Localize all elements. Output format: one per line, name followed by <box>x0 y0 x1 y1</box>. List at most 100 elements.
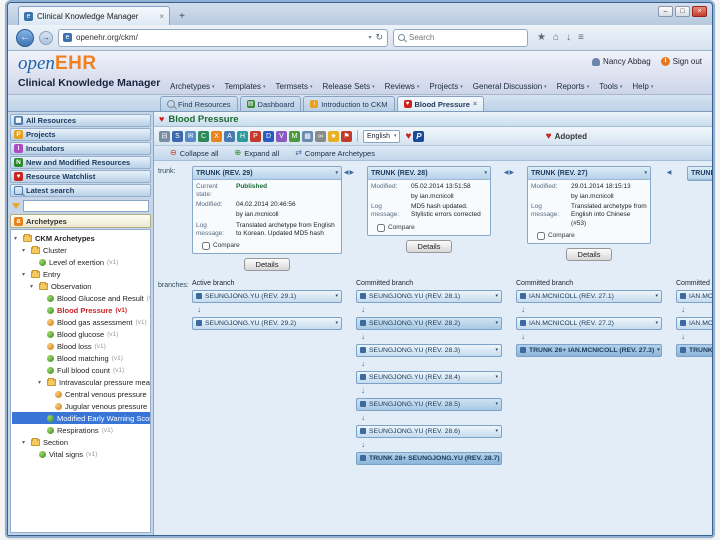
tree-item[interactable]: Blood Glucose and Result (v1) <box>12 292 150 304</box>
branch-revision-button[interactable]: TRUNK 25+ IAN.MCNICOLL (REV. 26.3) <box>676 344 712 357</box>
forward-button[interactable]: → <box>39 31 53 45</box>
arrow-left-icon[interactable] <box>667 169 672 176</box>
filter-funnel-icon[interactable] <box>12 203 20 209</box>
trunk-card-header[interactable]: TRUNK (REV. 28) <box>368 167 490 180</box>
url-bar[interactable]: e openehr.org/ckm/ ▾ ↻ <box>58 29 388 47</box>
watch-icon[interactable]: ★ <box>328 131 339 142</box>
tab-close-icon[interactable]: × <box>159 12 164 21</box>
tree-item[interactable]: Full blood count (v1) <box>12 364 150 376</box>
branch-revision-button[interactable]: SEUNGJONG.YU (REV. 28.4) <box>356 371 502 384</box>
user-name-item[interactable]: Nancy Abbag <box>592 57 651 66</box>
tree-item[interactable]: Central venous pressure (v1) <box>12 388 150 400</box>
tree-item[interactable]: Jugular venous pressure (v1) <box>12 400 150 412</box>
menu-release-sets[interactable]: Release Sets <box>323 82 375 91</box>
html-icon[interactable]: H <box>237 131 248 142</box>
adl-icon[interactable]: A <box>224 131 235 142</box>
compare-archetypes-button[interactable]: ⇄ Compare Archetypes <box>295 149 375 158</box>
compare-arrows[interactable] <box>502 166 516 176</box>
branch-revision-button[interactable]: SEUNGJONG.YU (REV. 28.5) <box>356 398 502 411</box>
chevron-down-icon[interactable] <box>484 170 487 176</box>
chevron-down-icon[interactable] <box>495 293 498 299</box>
sidebar-section-new-modified[interactable]: N New and Modified Resources <box>10 156 151 169</box>
menu-icon[interactable]: ≡ <box>578 32 584 43</box>
chevron-down-icon[interactable] <box>644 170 647 176</box>
chevron-down-icon[interactable] <box>495 374 498 380</box>
tree-item[interactable]: Respirations (v1) <box>12 424 150 436</box>
printer-icon[interactable]: ⊟ <box>159 131 170 142</box>
chevron-down-icon[interactable] <box>335 320 338 326</box>
tree-item[interactable]: Blood loss (v1) <box>12 340 150 352</box>
tree-item[interactable]: Entry <box>12 268 150 280</box>
downloads-icon[interactable]: ↓ <box>566 32 571 43</box>
tab-find-resources[interactable]: Find Resources <box>160 96 238 111</box>
browser-tab[interactable]: e Clinical Knowledge Manager × <box>18 6 170 25</box>
sidebar-section-projects[interactable]: P Projects <box>10 128 151 141</box>
chevron-down-icon[interactable] <box>495 428 498 434</box>
mail-icon[interactable]: ✉ <box>185 131 196 142</box>
trunk-card-header[interactable]: TRUNK (REV. 29) <box>193 167 341 180</box>
menu-archetypes[interactable]: Archetypes <box>170 82 215 91</box>
sidebar-search-input[interactable] <box>23 200 149 212</box>
compare-arrows[interactable] <box>662 166 676 176</box>
branch-revision-button[interactable]: IAN.MCNICOLL (REV. 27.2) <box>516 317 662 330</box>
paypal-icon[interactable]: P <box>413 131 424 142</box>
arrow-left-icon[interactable] <box>344 169 349 176</box>
trunk-card-header[interactable]: TRUNK (REV. 27) <box>528 167 650 180</box>
tree-item[interactable]: Level of exertion (v1) <box>12 256 150 268</box>
tree-item[interactable]: Blood glucose (v1) <box>12 328 150 340</box>
tab-blood-pressure[interactable]: ♥ Blood Pressure × <box>397 96 485 111</box>
home-icon[interactable]: ⌂ <box>553 32 559 43</box>
branch-revision-button[interactable]: IAN.MCNICOLL (REV. 26.2) <box>676 317 712 330</box>
tree-item[interactable]: CKM Archetypes <box>12 232 150 244</box>
compare-checkbox[interactable] <box>202 242 210 250</box>
back-button[interactable]: ← <box>16 29 34 47</box>
favourite-heart-icon[interactable]: ♥ <box>405 131 411 142</box>
maximize-button[interactable]: □ <box>675 6 690 17</box>
arrow-left-icon[interactable] <box>504 169 509 176</box>
chevron-down-icon[interactable]: ▾ <box>368 34 371 41</box>
reload-icon[interactable]: ↻ <box>375 32 383 43</box>
details-button[interactable]: Details <box>566 248 612 261</box>
menu-templates[interactable]: Templates <box>225 82 266 91</box>
compare-checkbox[interactable] <box>537 232 545 240</box>
chevron-down-icon[interactable] <box>657 347 660 353</box>
new-tab-button[interactable]: + <box>173 9 191 25</box>
save-icon[interactable]: S <box>172 131 183 142</box>
tree-item[interactable]: Blood Pressure (v1) <box>12 304 150 316</box>
twisty-icon[interactable] <box>22 247 28 254</box>
details-button[interactable]: Details <box>244 258 290 271</box>
branch-revision-button[interactable]: SEUNGJONG.YU (REV. 28.1) <box>356 290 502 303</box>
menu-tools[interactable]: Tools <box>599 82 622 91</box>
tree-item[interactable]: Vital signs (v1) <box>12 448 150 460</box>
branch-revision-button[interactable]: SEUNGJONG.YU (REV. 28.2) <box>356 317 502 330</box>
branch-revision-button[interactable]: SEUNGJONG.YU (REV. 28.6) <box>356 425 502 438</box>
tree-item[interactable]: Intravascular pressure measure... <box>12 376 150 388</box>
slideshow-icon[interactable]: V <box>276 131 287 142</box>
menu-termsets[interactable]: Termsets <box>276 82 313 91</box>
expand-all-button[interactable]: ⊕ Expand all <box>234 149 279 158</box>
sidebar-section-watchlist[interactable]: ♥ Resource Watchlist <box>10 170 151 183</box>
chevron-down-icon[interactable] <box>495 320 498 326</box>
compare-checkbox[interactable] <box>377 224 385 232</box>
arrow-right-icon[interactable] <box>350 169 355 176</box>
twisty-icon[interactable] <box>14 235 20 242</box>
xml-export-icon[interactable]: X <box>211 131 222 142</box>
tab-close-icon[interactable]: × <box>473 101 477 108</box>
tree-item[interactable]: Blood gas assessment (v1) <box>12 316 150 328</box>
citation-icon[interactable]: C <box>198 131 209 142</box>
menu-reviews[interactable]: Reviews <box>385 82 420 91</box>
sidebar-section-all-resources[interactable]: ▦ All Resources <box>10 114 151 127</box>
chevron-down-icon[interactable] <box>495 347 498 353</box>
browser-search-input[interactable] <box>409 33 523 42</box>
chevron-down-icon[interactable] <box>335 293 338 299</box>
branch-revision-button[interactable]: SEUNGJONG.YU (REV. 29.2) <box>192 317 342 330</box>
details-button[interactable]: Details <box>406 240 452 253</box>
tab-introduction-to-ckm[interactable]: i Introduction to CKM <box>303 96 394 111</box>
doc-icon[interactable]: D <box>263 131 274 142</box>
bookmark-star-icon[interactable]: ★ <box>537 32 546 43</box>
branch-revision-button[interactable]: SEUNGJONG.YU (REV. 29.1) <box>192 290 342 303</box>
chevron-down-icon[interactable] <box>495 401 498 407</box>
tree-item[interactable]: Blood matching (v1) <box>12 352 150 364</box>
menu-general-discussion[interactable]: General Discussion <box>473 82 547 91</box>
twisty-icon[interactable] <box>22 271 28 278</box>
